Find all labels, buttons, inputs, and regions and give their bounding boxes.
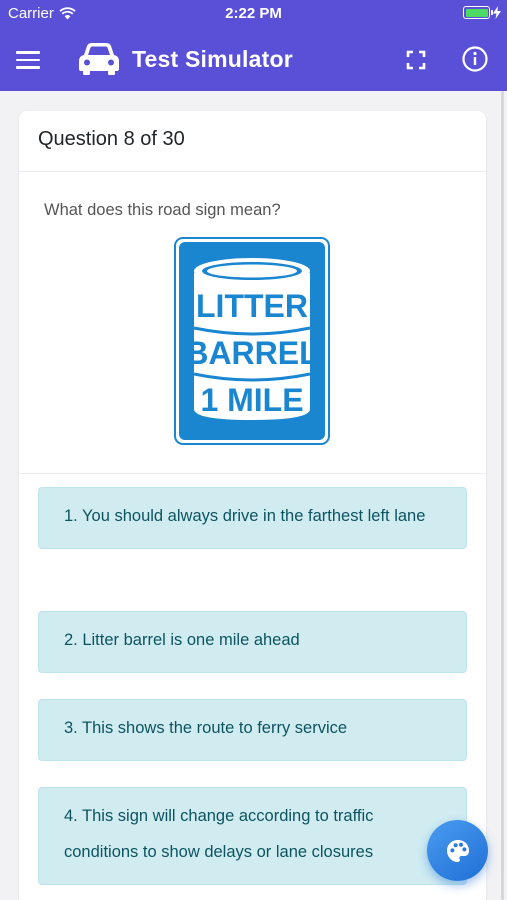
car-icon <box>79 43 119 75</box>
fullscreen-icon[interactable] <box>402 46 430 74</box>
question-counter: Question 8 of 30 <box>19 111 486 172</box>
answer-option-label: 1. You should always drive in the farthe… <box>64 507 426 525</box>
palette-icon <box>446 839 469 862</box>
theme-palette-button[interactable] <box>427 820 488 881</box>
app-bar: Test Simulator <box>0 28 507 91</box>
sign-text-distance: 1 MILE <box>200 382 303 418</box>
divider <box>19 473 486 474</box>
answer-option-label: 4. This sign will change according to tr… <box>64 807 374 861</box>
battery-icon <box>463 6 493 19</box>
answer-option-1[interactable]: 1. You should always drive in the farthe… <box>38 487 467 549</box>
answer-option-label: 2. Litter barrel is one mile ahead <box>64 631 300 649</box>
answer-option-3[interactable]: 3. This shows the route to ferry service <box>38 699 467 761</box>
answer-option-2[interactable]: 2. Litter barrel is one mile ahead <box>38 611 467 673</box>
question-card: Question 8 of 30 What does this road sig… <box>19 111 486 900</box>
hamburger-menu-icon[interactable] <box>16 45 46 75</box>
sign-text-barrel: BARREL <box>185 335 318 371</box>
answer-option-4[interactable]: 4. This sign will change according to tr… <box>38 787 467 885</box>
road-sign-image: LITTER BARREL 1 MILE <box>174 237 330 445</box>
app-title: Test Simulator <box>132 46 293 72</box>
status-time: 2:22 PM <box>225 5 282 22</box>
status-bar: Carrier 2:22 PM <box>0 0 507 28</box>
info-icon[interactable] <box>460 44 490 74</box>
charging-bolt-icon <box>493 6 501 19</box>
question-text: What does this road sign mean? <box>44 201 281 219</box>
scrollbar[interactable] <box>501 91 504 900</box>
battery-indicator <box>463 6 501 19</box>
sign-text-litter: LITTER <box>196 288 308 324</box>
answer-option-label: 3. This shows the route to ferry service <box>64 719 348 737</box>
